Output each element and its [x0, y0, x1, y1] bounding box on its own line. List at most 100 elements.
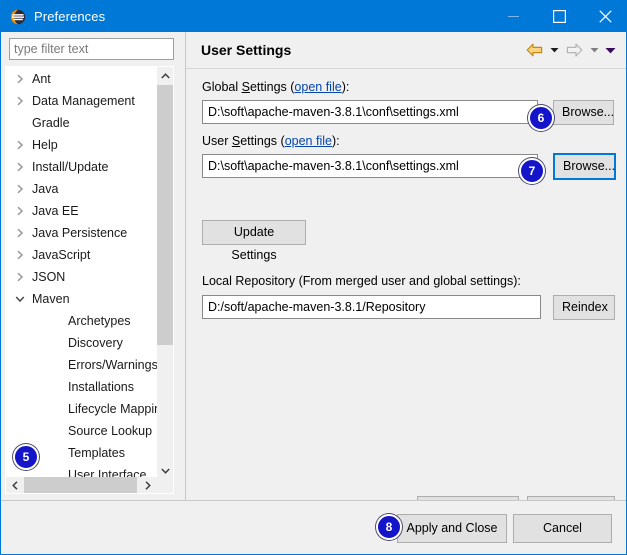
- update-settings-button[interactable]: Update Settings: [202, 220, 306, 262]
- sidebar-item-label: Data Management: [32, 93, 135, 108]
- sidebar-item-label: Errors/Warnings: [68, 357, 158, 372]
- user-settings-mnemonic: S: [231, 134, 241, 148]
- tree-horizontal-scrollbar[interactable]: [6, 477, 173, 493]
- user-settings-input[interactable]: [202, 154, 538, 178]
- back-menu-caret-down-icon[interactable]: [547, 39, 561, 61]
- page-header: User Settings: [186, 32, 626, 68]
- chevron-left-icon[interactable]: [6, 477, 23, 493]
- chevron-right-icon[interactable]: [12, 206, 28, 216]
- eclipse-icon: [10, 9, 26, 25]
- global-settings-label-end: ):: [341, 80, 350, 94]
- sidebar-item-help[interactable]: Help: [6, 134, 158, 156]
- sidebar-item-archetypes[interactable]: Archetypes: [6, 310, 158, 332]
- user-settings-label-post: ettings (: [240, 134, 285, 148]
- global-settings-label-pre: Global: [202, 80, 242, 94]
- reindex-button[interactable]: Reindex: [553, 295, 615, 320]
- annotation-badge-5: 5: [13, 444, 39, 470]
- chevron-right-icon[interactable]: [12, 272, 28, 282]
- global-settings-label-post: ettings (: [249, 80, 295, 94]
- sidebar-item-ant[interactable]: Ant: [6, 68, 158, 90]
- chevron-right-icon[interactable]: [12, 162, 28, 172]
- sidebar: Ant Data Management Gradle Help Install/Upda…: [1, 32, 185, 500]
- sidebar-item-label: Lifecycle Mappings: [68, 401, 158, 416]
- global-settings-label: Global Settings (open file):: [202, 80, 349, 94]
- sidebar-item-maven[interactable]: Maven: [6, 288, 158, 310]
- preferences-tree: Ant Data Management Gradle Help Install/Upda…: [5, 66, 174, 494]
- sidebar-item-label: Templates: [68, 445, 125, 460]
- user-settings-open-file-link[interactable]: open file: [285, 134, 332, 148]
- chevron-right-icon[interactable]: [12, 140, 28, 150]
- close-button[interactable]: [582, 2, 626, 32]
- sidebar-item-java-ee[interactable]: Java EE: [6, 200, 158, 222]
- tree-list: Ant Data Management Gradle Help Install/Upda…: [6, 67, 158, 479]
- sidebar-item-label: Maven: [32, 291, 70, 306]
- sidebar-item-label: JavaScript: [32, 247, 91, 262]
- sidebar-item-gradle[interactable]: Gradle: [6, 112, 158, 134]
- minimize-button[interactable]: [490, 2, 536, 32]
- sidebar-item-errors-warnings[interactable]: Errors/Warnings: [6, 354, 158, 376]
- sidebar-item-lifecycle-mappings[interactable]: Lifecycle Mappings: [6, 398, 158, 420]
- maximize-button[interactable]: [536, 2, 582, 32]
- global-settings-open-file-link[interactable]: open file: [294, 80, 341, 94]
- chevron-right-icon[interactable]: [12, 74, 28, 84]
- user-settings-label: User Settings (open file):: [202, 134, 340, 148]
- global-settings-mnemonic: S: [241, 80, 250, 94]
- sidebar-item-label: Java: [32, 181, 59, 196]
- view-menu-caret-down-icon[interactable]: [603, 39, 617, 61]
- chevron-right-icon[interactable]: [12, 250, 28, 260]
- content-pane: User Settings Global Settings (open file…: [185, 32, 626, 541]
- scrollbar-thumb-vertical[interactable]: [157, 85, 173, 345]
- forward-arrow-icon[interactable]: [563, 39, 585, 61]
- title-bar: Preferences: [1, 1, 626, 32]
- annotation-badge-8: 8: [376, 514, 402, 540]
- settings-form: Global Settings (open file): Browse... U…: [186, 69, 626, 541]
- tree-vertical-scrollbar[interactable]: [157, 67, 173, 479]
- chevron-right-icon[interactable]: [12, 184, 28, 194]
- sidebar-item-java[interactable]: Java: [6, 178, 158, 200]
- sidebar-item-label: Help: [32, 137, 58, 152]
- sidebar-item-label: Installations: [68, 379, 135, 394]
- forward-menu-caret-down-icon[interactable]: [587, 39, 601, 61]
- chevron-right-icon[interactable]: [12, 96, 28, 106]
- chevron-right-icon[interactable]: [139, 477, 156, 493]
- cancel-button[interactable]: Cancel: [513, 514, 612, 543]
- sidebar-item-install-update[interactable]: Install/Update: [6, 156, 158, 178]
- sidebar-item-source-lookup[interactable]: Source Lookup: [6, 420, 158, 442]
- sidebar-item-javascript[interactable]: JavaScript: [6, 244, 158, 266]
- chevron-right-icon[interactable]: [12, 228, 28, 238]
- tree-viewport: Ant Data Management Gradle Help Install/Upda…: [6, 67, 158, 479]
- sidebar-item-label: Archetypes: [68, 313, 131, 328]
- global-settings-browse-button[interactable]: Browse...: [553, 100, 614, 125]
- window-title: Preferences: [34, 9, 106, 24]
- search-input[interactable]: [9, 38, 174, 60]
- chevron-up-icon[interactable]: [157, 67, 173, 84]
- local-repository-input: [202, 295, 541, 319]
- sidebar-item-label: Ant: [32, 71, 51, 86]
- sidebar-item-label: Source Lookup: [68, 423, 153, 438]
- navigation-toolbar: [523, 39, 617, 61]
- local-repository-label: Local Repository (From merged user and g…: [202, 274, 521, 288]
- annotation-badge-7: 7: [519, 158, 545, 184]
- sidebar-item-java-persistence[interactable]: Java Persistence: [6, 222, 158, 244]
- user-settings-label-pre: User: [202, 134, 232, 148]
- scrollbar-thumb-horizontal[interactable]: [24, 477, 137, 493]
- sidebar-item-installations[interactable]: Installations: [6, 376, 158, 398]
- sidebar-item-label: JSON: [32, 269, 66, 284]
- sidebar-item-discovery[interactable]: Discovery: [6, 332, 158, 354]
- sidebar-item-data-management[interactable]: Data Management: [6, 90, 158, 112]
- footer-bar: ? Apply and Close Cancel: [1, 501, 626, 554]
- back-arrow-icon[interactable]: [523, 39, 545, 61]
- sidebar-item-label: Install/Update: [32, 159, 109, 174]
- chevron-down-icon[interactable]: [12, 295, 28, 303]
- sidebar-item-json[interactable]: JSON: [6, 266, 158, 288]
- apply-and-close-button[interactable]: Apply and Close: [397, 514, 507, 543]
- sidebar-item-label: Discovery: [68, 335, 123, 350]
- annotation-badge-6: 6: [528, 105, 554, 131]
- user-settings-browse-button[interactable]: Browse...: [553, 153, 616, 180]
- global-settings-input[interactable]: [202, 100, 538, 124]
- user-settings-label-end: ):: [331, 134, 340, 148]
- page-title: User Settings: [201, 42, 292, 58]
- filter-field-wrapper: [9, 38, 174, 60]
- preferences-dialog: Preferences Ant Data Management Gradle Help…: [0, 0, 627, 555]
- sidebar-item-label: Java Persistence: [32, 225, 128, 240]
